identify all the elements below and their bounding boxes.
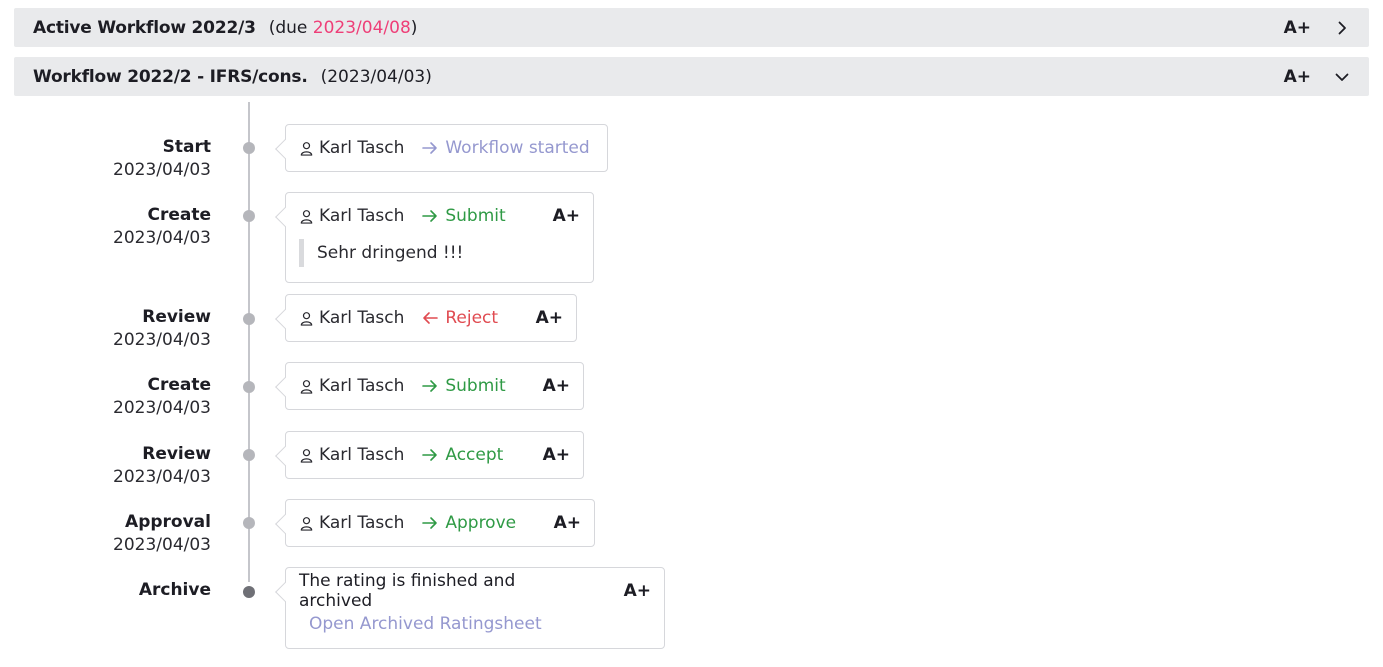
workflow-header-previous[interactable]: Workflow 2022/2 - IFRS/cons. (2023/04/03… [14,57,1369,96]
step-date: 2023/04/03 [113,535,211,555]
step-card: Karl Tasch Workflow started [285,124,608,172]
step-label: Archive [139,579,211,602]
step-card: Karl Tasch Submit A+ Sehr dringend !!! [285,192,594,283]
grade-badge: A+ [552,206,580,226]
step-label: Approval 2023/04/03 [113,511,211,557]
user-name: Karl Tasch [319,308,405,328]
grade-badge: A+ [623,581,651,601]
step-date: 2023/04/03 [113,467,211,487]
arrow-right-icon [422,142,438,154]
workflow-date: (2023/04/03) [320,66,432,87]
user-name: Karl Tasch [319,445,405,465]
action-label: Submit [421,376,506,396]
step-date: 2023/04/03 [113,398,211,418]
grade-badge: A+ [542,376,570,396]
step-card: Karl Tasch Accept A+ [285,431,584,479]
open-archived-ratingsheet-link[interactable]: Open Archived Ratingsheet [299,614,651,648]
user-icon [299,448,314,463]
action-label: Accept [421,445,503,465]
step-card: The rating is finished and archived A+ O… [285,567,665,649]
arrow-right-icon [422,449,438,461]
grade-badge: A+ [553,513,581,533]
step-date: 2023/04/03 [113,228,211,248]
arrow-right-icon [422,210,438,222]
user-name: Karl Tasch [319,513,405,533]
step-label: Create 2023/04/03 [113,204,211,250]
user-icon [299,209,314,224]
grade-badge: A+ [535,308,563,328]
timeline-dot [243,586,255,598]
step-name: Review [142,444,211,464]
step-label: Review 2023/04/03 [113,443,211,489]
timeline-line [248,102,250,582]
step-name: Approval [125,512,211,532]
chevron-right-icon[interactable] [1333,19,1351,37]
timeline-dot [243,142,255,154]
step-card: Karl Tasch Reject A+ [285,294,577,342]
user-icon [299,516,314,531]
workflow-header-active[interactable]: Active Workflow 2022/3 (due 2023/04/08) … [14,8,1369,47]
step-date: 2023/04/03 [113,160,211,180]
step-name: Start [162,137,211,157]
step-name: Review [142,307,211,327]
step-name: Create [147,205,211,225]
timeline-dot [243,381,255,393]
arrow-right-icon [422,380,438,392]
timeline-dot [243,210,255,222]
step-card: Karl Tasch Submit A+ [285,362,584,410]
action-label: Approve [421,513,516,533]
user-name: Karl Tasch [319,138,405,158]
archive-message: The rating is finished and archived [299,571,516,611]
timeline-dot [243,313,255,325]
arrow-left-icon [423,312,439,324]
step-label: Create 2023/04/03 [113,374,211,420]
user-icon [299,379,314,394]
timeline-dot [243,517,255,529]
timeline-dot [243,449,255,461]
step-date: 2023/04/03 [113,330,211,350]
user-icon [299,311,314,326]
chevron-down-icon[interactable] [1333,68,1351,86]
step-name: Archive [138,580,211,600]
workflow-title: Active Workflow 2022/3 [33,17,256,38]
arrow-right-icon [422,517,438,529]
action-label: Workflow started [421,138,590,158]
due-date: 2023/04/08 [312,17,411,38]
step-comment: Sehr dringend !!! [299,239,580,267]
user-name: Karl Tasch [319,206,405,226]
user-name: Karl Tasch [319,376,405,396]
action-label: Reject [421,308,498,328]
workflow-title: Workflow 2022/2 - IFRS/cons. [33,66,308,87]
step-label: Review 2023/04/03 [113,306,211,352]
grade-badge: A+ [1283,17,1311,38]
step-label: Start 2023/04/03 [113,136,211,182]
workflow-due: (due 2023/04/08) [268,17,418,38]
action-label: Submit [421,206,506,226]
user-icon [299,141,314,156]
step-card: Karl Tasch Approve A+ [285,499,595,547]
grade-badge: A+ [542,445,570,465]
step-name: Create [147,375,211,395]
grade-badge: A+ [1283,66,1311,87]
